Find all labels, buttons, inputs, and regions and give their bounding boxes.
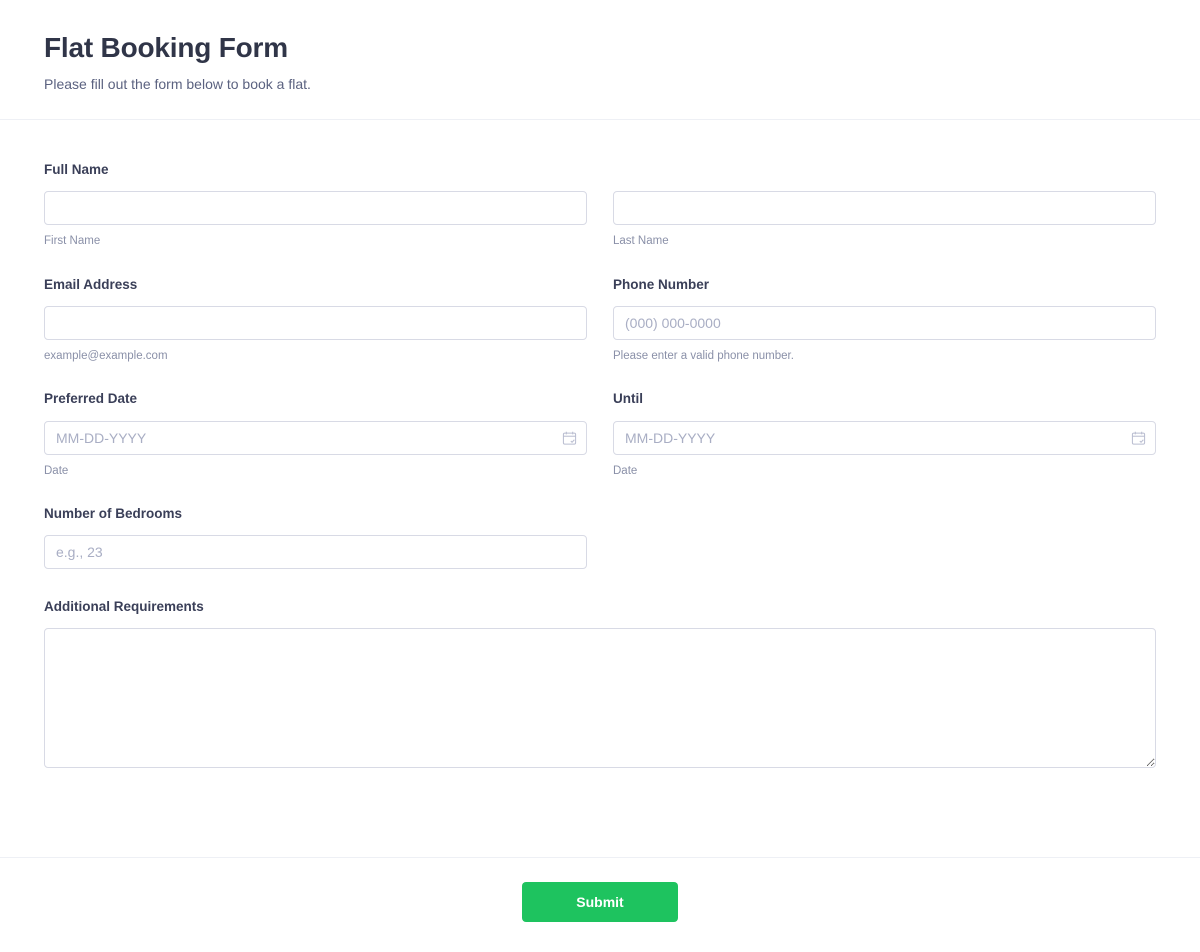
field-email: Email Address example@example.com: [44, 263, 587, 364]
last-name-input[interactable]: [613, 191, 1156, 225]
field-additional-requirements: Additional Requirements: [44, 585, 1156, 768]
field-phone: Phone Number Please enter a valid phone …: [613, 263, 1156, 364]
calendar-icon[interactable]: [562, 430, 577, 445]
bedrooms-label: Number of Bedrooms: [44, 506, 587, 522]
field-bedrooms-spacer: [613, 492, 1156, 569]
form-row-dates: Preferred Date Date: [44, 377, 1156, 478]
page-subtitle: Please fill out the form below to book a…: [44, 75, 1156, 93]
phone-sublabel: Please enter a valid phone number.: [613, 349, 1156, 363]
last-name-sublabel: Last Name: [613, 234, 1156, 248]
bedrooms-input[interactable]: [44, 535, 587, 569]
additional-requirements-label: Additional Requirements: [44, 599, 1156, 615]
field-until-date: Until Date: [613, 377, 1156, 478]
form-body: Full Name First Name Last Name Email Add…: [0, 120, 1200, 835]
until-date-input[interactable]: [613, 421, 1156, 455]
phone-input-wrap: [613, 306, 1156, 340]
additional-requirements-textarea[interactable]: [44, 628, 1156, 768]
first-name-input[interactable]: [44, 191, 587, 225]
flat-booking-form: Flat Booking Form Please fill out the fo…: [0, 0, 1200, 952]
preferred-date-sublabel: Date: [44, 464, 587, 478]
phone-field[interactable]: [613, 306, 1156, 340]
form-row-contact: Email Address example@example.com Phone …: [44, 263, 1156, 364]
email-label: Email Address: [44, 277, 587, 293]
preferred-date-label: Preferred Date: [44, 391, 587, 407]
phone-label: Phone Number: [613, 277, 1156, 293]
until-date-sublabel: Date: [613, 464, 1156, 478]
field-preferred-date: Preferred Date Date: [44, 377, 587, 478]
form-footer: Submit: [0, 857, 1200, 952]
last-name-input-wrap: [613, 191, 1156, 225]
until-date-label: Until: [613, 391, 1156, 407]
page-title: Flat Booking Form: [44, 30, 1156, 65]
submit-button[interactable]: Submit: [522, 882, 678, 922]
field-bedrooms: Number of Bedrooms: [44, 492, 587, 569]
form-row-full-name: Full Name First Name Last Name: [44, 148, 1156, 249]
form-header: Flat Booking Form Please fill out the fo…: [0, 0, 1200, 120]
first-name-label: Full Name: [44, 162, 587, 178]
until-date-input-wrap: [613, 421, 1156, 455]
field-first-name: Full Name First Name: [44, 148, 587, 249]
field-last-name: Last Name: [613, 148, 1156, 249]
bedrooms-input-wrap: [44, 535, 587, 569]
email-sublabel: example@example.com: [44, 349, 587, 363]
form-row-bedrooms: Number of Bedrooms: [44, 492, 1156, 569]
first-name-input-wrap: [44, 191, 587, 225]
preferred-date-input[interactable]: [44, 421, 587, 455]
preferred-date-input-wrap: [44, 421, 587, 455]
form-row-additional-requirements: Additional Requirements: [44, 585, 1156, 768]
email-field[interactable]: [44, 306, 587, 340]
calendar-icon[interactable]: [1131, 430, 1146, 445]
email-input-wrap: [44, 306, 587, 340]
first-name-sublabel: First Name: [44, 234, 587, 248]
